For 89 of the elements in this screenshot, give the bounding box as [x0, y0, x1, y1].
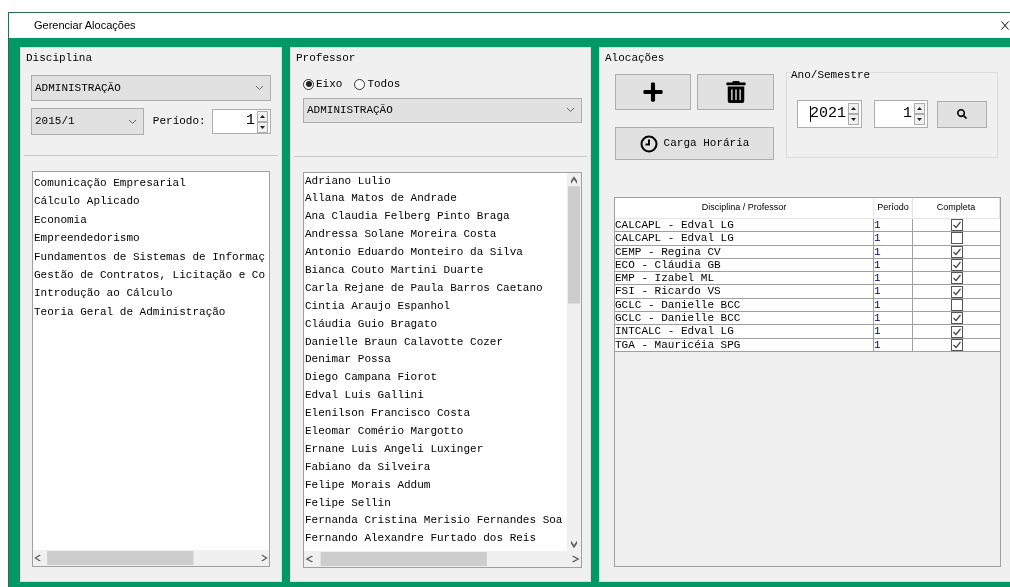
- chevron-down-icon: [127, 118, 137, 125]
- table-cell: 1: [874, 232, 913, 245]
- list-item[interactable]: Felipe Morais Addum: [305, 476, 567, 495]
- number-spinner[interactable]: 1: [874, 100, 928, 128]
- table-cell: GCLC - Danielle BCC: [615, 298, 874, 312]
- list-item[interactable]: Empreendedorismo: [34, 229, 269, 248]
- column-header[interactable]: Completa: [913, 198, 1000, 218]
- table-cell: ECO - Cláudia GB: [615, 258, 874, 272]
- list-item[interactable]: Fabiano da Silveira: [305, 458, 567, 477]
- checkbox[interactable]: [950, 285, 963, 298]
- column-header[interactable]: Período: [874, 198, 913, 218]
- spin-arrows-icon[interactable]: [257, 110, 268, 133]
- checkbox[interactable]: [950, 272, 963, 285]
- horizontal-scrollbar[interactable]: [304, 551, 581, 567]
- table-cell: 1: [874, 325, 913, 338]
- table-cell: 1: [874, 298, 913, 312]
- table-cell: CALCAPL - Edval LG: [615, 219, 874, 232]
- dropdown[interactable]: 2015/1: [31, 108, 144, 135]
- number-spinner[interactable]: 1: [211, 109, 271, 134]
- checkbox[interactable]: [950, 312, 963, 325]
- vertical-scrollbar[interactable]: [567, 172, 581, 551]
- list-item[interactable]: Comunicação Empresarial: [34, 174, 269, 193]
- table-cell: 1: [874, 258, 913, 272]
- list-item[interactable]: Eleomar Comério Margotto: [305, 422, 567, 441]
- list-item[interactable]: Danielle Braun Calavotte Cozer: [305, 333, 567, 352]
- list-item[interactable]: Diego Campana Fiorot: [305, 369, 567, 388]
- list-item[interactable]: Andressa Solane Moreira Costa: [305, 226, 567, 245]
- dropdown[interactable]: ADMINISTRAÇÃO: [31, 75, 271, 101]
- delete-button[interactable]: [697, 74, 774, 110]
- table-cell: 1: [874, 285, 913, 298]
- clock-icon: [639, 134, 658, 153]
- list-item[interactable]: Edval Luis Gallini: [305, 387, 567, 406]
- chevron-down-icon: [255, 85, 264, 91]
- list-item[interactable]: Bianca Couto Martini Duarte: [305, 261, 567, 280]
- chevron-down-icon: [566, 107, 575, 113]
- list-item[interactable]: Fundamentos de Sistemas de Informaç: [34, 247, 269, 266]
- search-icon: [957, 109, 967, 119]
- list-item[interactable]: Adriano Lulio: [305, 172, 567, 191]
- list-item[interactable]: Denimar Possa: [305, 351, 567, 370]
- list-item[interactable]: Cláudia Guio Bragato: [305, 315, 567, 334]
- checkbox[interactable]: [950, 259, 963, 272]
- table-cell: CALCAPL - Edval LG: [615, 232, 874, 245]
- trash-icon: [724, 81, 747, 103]
- list-item[interactable]: Fernando Alexandre Furtado dos Reis: [305, 530, 567, 549]
- list-item[interactable]: Elenilson Francisco Costa: [305, 405, 567, 423]
- list-item[interactable]: Teoria Geral de Administração: [34, 302, 269, 322]
- dropdown[interactable]: ADMINISTRAÇÃO: [303, 97, 582, 123]
- workload-button[interactable]: Carga Horária: [615, 127, 774, 160]
- group-title: Disciplina: [26, 51, 92, 65]
- table-cell: 1: [874, 219, 913, 232]
- table-cell: 1: [874, 245, 913, 258]
- column-header[interactable]: Disciplina / Professor: [615, 198, 874, 218]
- checkbox[interactable]: [950, 232, 963, 245]
- add-button[interactable]: [615, 74, 691, 110]
- close-icon[interactable]: [1001, 21, 1009, 30]
- spin-arrows-icon[interactable]: [914, 103, 925, 125]
- list-item[interactable]: Carla Rejane de Paula Barros Caetano: [305, 279, 567, 298]
- number-spinner[interactable]: 2021: [797, 100, 862, 128]
- list-item[interactable]: Ana Claudia Felberg Pinto Braga: [305, 208, 567, 227]
- list-item[interactable]: Ernane Luis Angeli Luxinger: [305, 440, 567, 459]
- table-cell: 1: [874, 338, 913, 351]
- list-item[interactable]: Fernanda Cristina Merisio Fernandes Soa: [305, 512, 567, 531]
- table-cell: 1: [874, 272, 913, 285]
- periodo-label: Período:: [152, 114, 206, 130]
- table-cell: 1: [874, 312, 913, 325]
- list-item[interactable]: Economia: [34, 210, 269, 230]
- table-cell: EMP - Izabel ML: [615, 272, 874, 285]
- plus-icon: [642, 81, 664, 103]
- table-cell: FSI - Ricardo VS: [615, 285, 874, 298]
- table-cell: TGA - Mauricéia SPG: [615, 338, 874, 351]
- list-item[interactable]: Introdução ao Cálculo: [34, 284, 269, 303]
- window-title: Gerenciar Alocações: [34, 18, 136, 34]
- table-cell: GCLC - Danielle BCC: [615, 312, 874, 325]
- radio-button[interactable]: Eixo: [303, 76, 343, 93]
- spin-arrows-icon[interactable]: [848, 103, 859, 125]
- checkbox[interactable]: [950, 219, 963, 232]
- list-item[interactable]: Gestão de Contratos, Licitação e Co: [34, 265, 269, 285]
- group-title: Alocações: [605, 51, 665, 65]
- search-button[interactable]: [937, 100, 987, 128]
- horizontal-scrollbar[interactable]: [33, 550, 269, 566]
- list-item[interactable]: Antonio Eduardo Monteiro da Silva: [305, 244, 567, 262]
- table-cell: INTCALC - Edval LG: [615, 325, 874, 338]
- list-item[interactable]: Felipe Sellin: [305, 494, 567, 513]
- list-item[interactable]: Allana Matos de Andrade: [305, 190, 567, 209]
- list-item[interactable]: Cintia Araujo Espanhol: [305, 297, 567, 316]
- list-item[interactable]: Cálculo Aplicado: [34, 192, 269, 211]
- radio-button[interactable]: Todos: [354, 76, 401, 93]
- checkbox[interactable]: [950, 325, 963, 338]
- table-cell: CEMP - Regina CV: [615, 245, 874, 258]
